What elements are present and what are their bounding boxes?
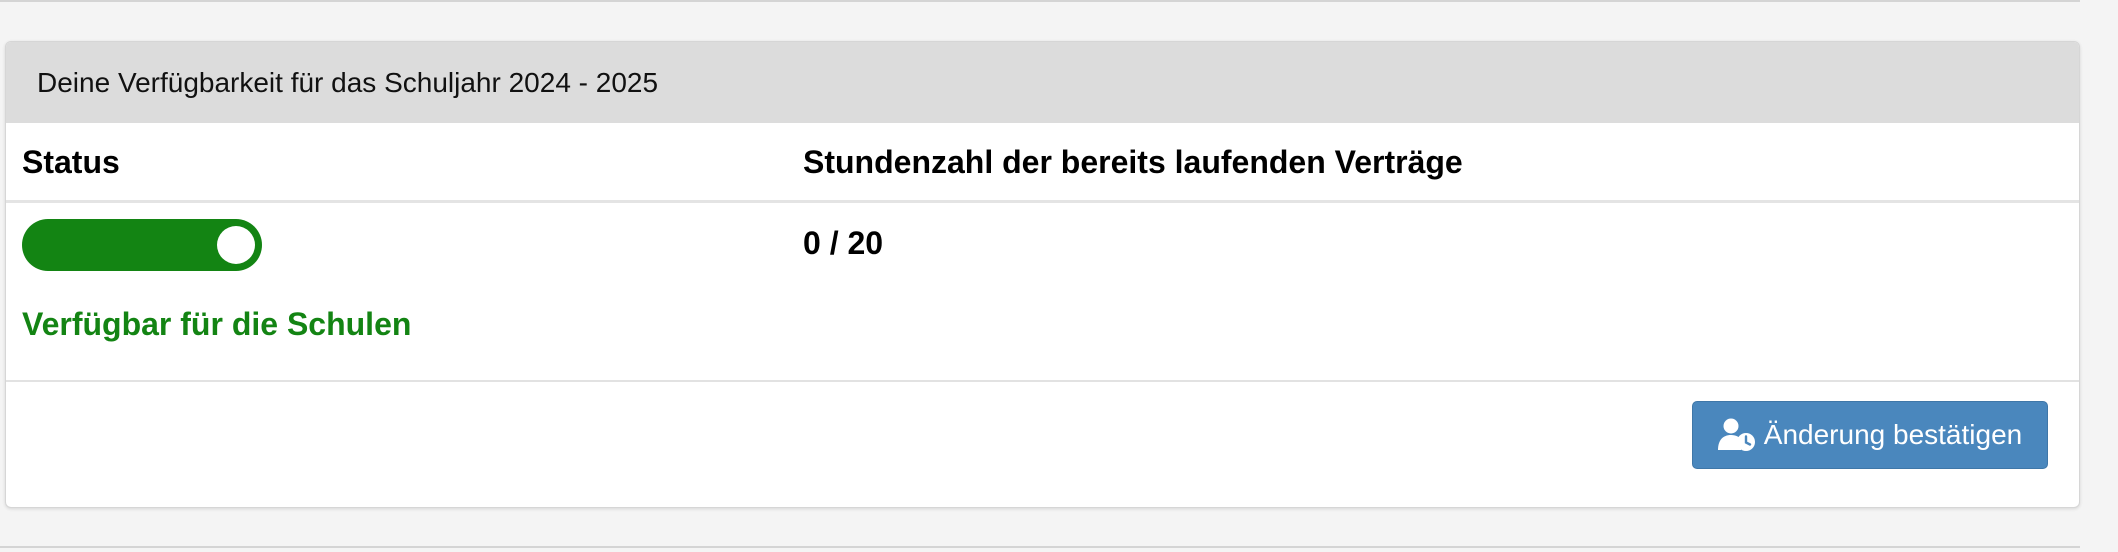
bottom-divider — [0, 546, 2080, 548]
confirm-change-button[interactable]: Änderung bestätigen — [1692, 401, 2048, 469]
availability-card: Deine Verfügbarkeit für das Schuljahr 20… — [5, 41, 2080, 508]
confirm-change-label: Änderung bestätigen — [1763, 419, 2023, 450]
header-divider — [6, 200, 2079, 203]
status-column-header: Status — [22, 144, 120, 180]
user-clock-icon — [1717, 418, 1756, 452]
toggle-knob — [217, 226, 255, 264]
availability-toggle[interactable] — [22, 219, 262, 271]
contract-hours-value: 0 / 20 — [803, 225, 884, 261]
card-header: Deine Verfügbarkeit für das Schuljahr 20… — [6, 42, 2079, 123]
availability-status-text: Verfügbar für die Schulen — [22, 306, 412, 342]
top-divider — [0, 0, 2080, 2]
card-title: Deine Verfügbarkeit für das Schuljahr 20… — [37, 67, 659, 98]
footer-divider — [6, 380, 2079, 382]
hours-column-header: Stundenzahl der bereits laufenden Verträ… — [803, 144, 1463, 180]
